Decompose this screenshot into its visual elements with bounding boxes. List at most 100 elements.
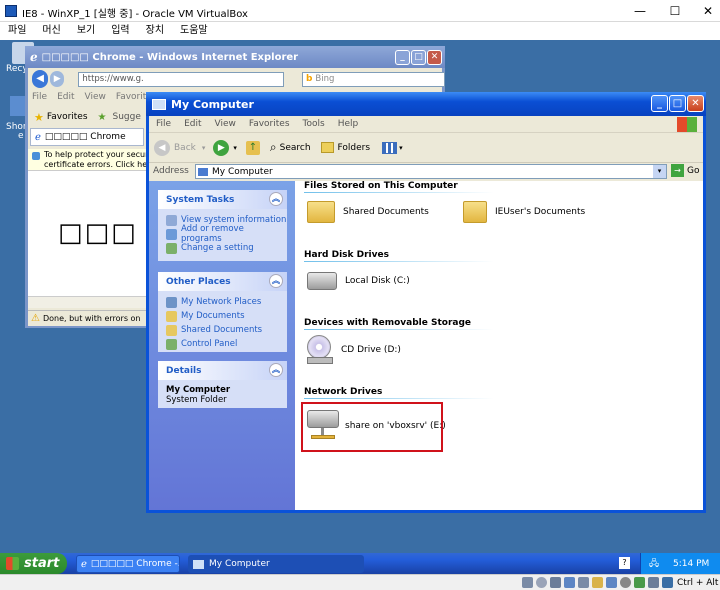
ie-task-label: □□□□□ Chrome -... <box>90 559 179 569</box>
host-close-button[interactable]: ✕ <box>688 0 720 22</box>
go-arrow-icon: → <box>671 164 684 177</box>
host-minimize-button[interactable]: — <box>620 0 660 22</box>
folders-button[interactable]: Folders <box>320 142 370 153</box>
ie-back-icon[interactable]: ◀ <box>32 70 49 88</box>
network-share-item[interactable]: share on 'vboxsrv' (E:) <box>307 410 446 442</box>
help-tray-icon[interactable]: ? <box>619 557 630 569</box>
local-disk-item[interactable]: Local Disk (C:) <box>307 272 410 290</box>
go-button[interactable]: → Go <box>671 164 699 177</box>
ieuser-documents-label: IEUser's Documents <box>495 207 586 217</box>
system-tray: 🖧 5:14 PM <box>640 553 720 574</box>
display-status-icon[interactable] <box>606 577 617 588</box>
cd-status-icon[interactable] <box>536 577 547 588</box>
ie-sugg-label[interactable]: Sugge <box>113 112 141 122</box>
details-panel: Details ︽ My Computer System Folder <box>158 361 287 408</box>
change-setting-label: Change a setting <box>181 243 254 253</box>
forward-dropdown-icon[interactable]: ▾ <box>233 144 237 152</box>
hdd-status-icon[interactable] <box>522 577 533 588</box>
host-menu-help[interactable]: 도움말 <box>180 22 208 40</box>
keyboard-status-icon[interactable] <box>662 577 673 588</box>
ie-menu-file[interactable]: File <box>32 92 47 102</box>
ie-close-button[interactable]: ✕ <box>427 50 442 65</box>
ie-address-bar[interactable]: https://www.g. <box>78 71 284 87</box>
host-menubar: 파일 머신 보기 입력 장치 도움말 <box>0 22 720 40</box>
usb-status-icon[interactable] <box>578 577 589 588</box>
host-menu-input[interactable]: 입력 <box>111 22 129 40</box>
ie-maximize-button[interactable]: □ <box>411 50 426 65</box>
collapse-chevron-icon[interactable]: ︽ <box>269 274 283 288</box>
system-tasks-panel: System Tasks ︽ View system information A… <box>158 190 287 261</box>
details-header[interactable]: Details ︽ <box>158 361 287 380</box>
mc-menu-favorites[interactable]: Favorites <box>249 119 290 129</box>
ie-menu-edit[interactable]: Edit <box>57 92 74 102</box>
mc-menu-view[interactable]: View <box>215 119 236 129</box>
ie-minimize-button[interactable]: _ <box>395 50 410 65</box>
ie-security-bar[interactable]: To help protect your security certificat… <box>28 149 148 171</box>
other-places-header[interactable]: Other Places ︽ <box>158 272 287 291</box>
search-icon: ⌕ <box>269 140 277 154</box>
ie-hscroll[interactable] <box>28 296 148 308</box>
taskbar-item-ie[interactable]: ℯ □□□□□ Chrome -... <box>76 555 180 573</box>
clock[interactable]: 5:14 PM <box>673 559 709 569</box>
collapse-chevron-icon[interactable]: ︽ <box>269 192 283 206</box>
ie-tab-label: □□□□□ Chrome <box>44 132 126 142</box>
views-button[interactable]: ▾ <box>382 141 403 154</box>
mc-menu-help[interactable]: Help <box>338 119 359 129</box>
search-label: Search <box>279 142 311 153</box>
mc-menubar: File Edit View Favorites Tools Help <box>149 116 703 133</box>
shield-icon <box>32 152 40 160</box>
back-dropdown-icon[interactable]: ▾ <box>202 144 206 152</box>
host-menu-machine[interactable]: 머신 <box>42 22 60 40</box>
network-places-link[interactable]: My Network Places <box>166 295 287 309</box>
ie-favorites-bar: ★ Favorites ★ Sugge <box>28 108 148 126</box>
host-menu-view[interactable]: 보기 <box>77 22 95 40</box>
taskbar-item-mycomputer[interactable]: My Computer <box>188 555 364 573</box>
my-documents-link[interactable]: My Documents <box>166 309 287 323</box>
back-label: Back <box>174 142 196 153</box>
group-removable: Devices with Removable Storage <box>304 318 472 328</box>
mouse-status-icon[interactable] <box>648 577 659 588</box>
ie-tab[interactable]: ℯ □□□□□ Chrome <box>30 128 144 146</box>
ieuser-documents-item[interactable]: IEUser's Documents <box>463 201 585 223</box>
cd-drive-item[interactable]: CD Drive (D:) <box>307 335 401 365</box>
address-field[interactable]: My Computer ▾ <box>195 164 667 179</box>
audio-status-icon[interactable] <box>550 577 561 588</box>
shared-documents-link[interactable]: Shared Documents <box>166 323 287 337</box>
vt-status-icon[interactable] <box>634 577 645 588</box>
mc-menu-file[interactable]: File <box>156 119 171 129</box>
address-dropdown-icon[interactable]: ▾ <box>653 165 666 178</box>
up-folder-icon[interactable]: ↑ <box>245 140 260 155</box>
details-type: System Folder <box>166 395 227 405</box>
shared-documents-item[interactable]: Shared Documents <box>307 201 429 223</box>
add-remove-programs-link[interactable]: Add or remove programs <box>166 224 287 244</box>
network-tray-icon[interactable]: 🖧 <box>649 556 659 572</box>
add-favorite-icon[interactable]: ★ <box>98 112 107 123</box>
back-button[interactable]: ◀ Back ▾ <box>154 139 206 156</box>
host-menu-file[interactable]: 파일 <box>8 22 26 40</box>
ie-search-box[interactable]: b Bing <box>301 71 446 87</box>
mc-maximize-button[interactable]: □ <box>669 95 686 112</box>
control-panel-link[interactable]: Control Panel <box>166 337 287 351</box>
network-status-icon[interactable] <box>564 577 575 588</box>
search-button[interactable]: ⌕ Search <box>270 140 311 155</box>
ie-forward-icon[interactable]: ▶ <box>50 71 65 87</box>
collapse-chevron-icon[interactable]: ︽ <box>269 363 283 377</box>
host-statusbar: Ctrl + Alt <box>0 574 720 590</box>
forward-arrow-icon[interactable]: ▶ <box>213 139 230 156</box>
mc-close-button[interactable]: ✕ <box>687 95 704 112</box>
ie-menu-view[interactable]: View <box>85 92 106 102</box>
folders-icon <box>320 142 334 153</box>
recording-status-icon[interactable] <box>620 577 631 588</box>
mc-menu-edit[interactable]: Edit <box>184 119 201 129</box>
host-menu-devices[interactable]: 장치 <box>146 22 164 40</box>
shared-folder-status-icon[interactable] <box>592 577 603 588</box>
mc-minimize-button[interactable]: _ <box>651 95 668 112</box>
start-button[interactable]: start <box>0 553 67 574</box>
system-tasks-header[interactable]: System Tasks ︽ <box>158 190 287 209</box>
mc-menu-tools[interactable]: Tools <box>303 119 325 129</box>
group-rule <box>304 192 494 193</box>
status-icons: Ctrl + Alt <box>522 577 718 588</box>
mc-toolbar: ◀ Back ▾ ▶ ▾ ↑ ⌕ Search Folders ▾ <box>149 133 703 163</box>
group-rule <box>304 329 494 330</box>
ie-favorites-label[interactable]: Favorites <box>47 112 88 122</box>
